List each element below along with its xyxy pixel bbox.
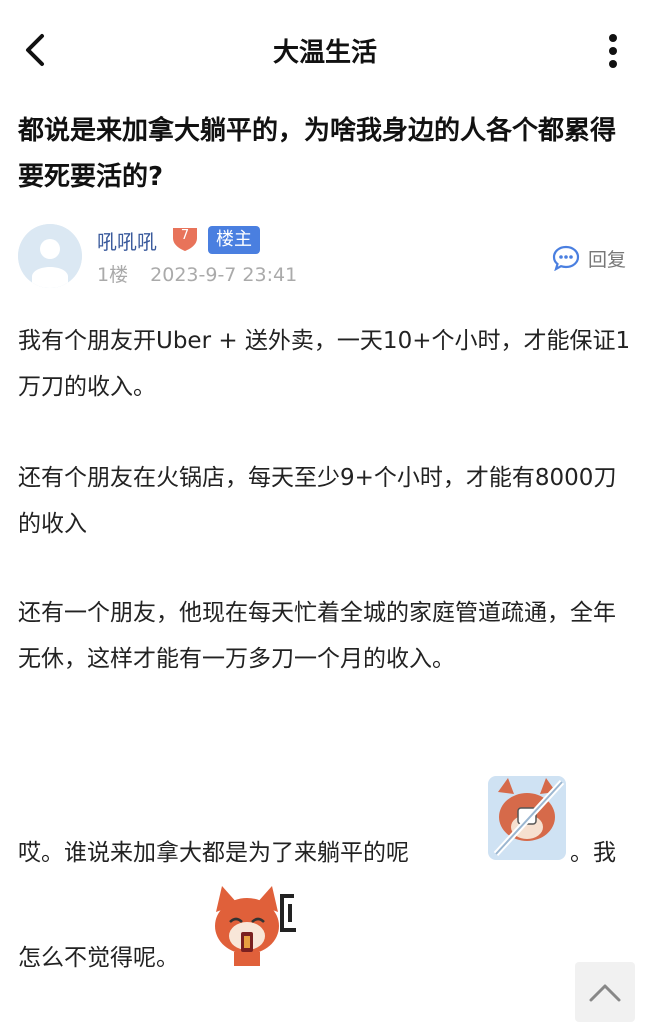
chevron-up-icon bbox=[589, 984, 621, 1002]
paragraph: 哎。谁说来加拿大都是为了来躺平的呢 bbox=[18, 840, 409, 866]
fox-sticker-icon bbox=[488, 776, 566, 860]
paragraph: 。我 bbox=[570, 840, 616, 866]
level-badge: 7 bbox=[170, 226, 200, 252]
post-title: 都说是来加拿大躺平的，为啥我身边的人各个都累得要死要活的? bbox=[18, 116, 617, 192]
reply-button[interactable]: 回复 bbox=[552, 243, 626, 273]
post-meta: 1楼 2023-9-7 23:41 bbox=[97, 260, 297, 287]
sticker-image bbox=[208, 882, 300, 970]
paragraph: 我有个朋友开Uber + 送外卖，一天10+个小时，才能保证1万刀的收入。 bbox=[18, 328, 631, 400]
post-timestamp: 2023-9-7 23:41 bbox=[150, 264, 298, 286]
level-number: 7 bbox=[180, 228, 190, 243]
op-badge: 楼主 bbox=[208, 226, 260, 254]
more-vertical-icon bbox=[609, 34, 617, 68]
paragraph: 还有个朋友在火锅店，每天至少9+个小时，才能有8000刀的收入 bbox=[18, 465, 617, 537]
floor-number: 1楼 bbox=[97, 264, 129, 286]
sticker-image bbox=[484, 772, 570, 864]
paragraph: 怎么不觉得呢。 bbox=[18, 945, 179, 971]
comment-icon bbox=[552, 245, 580, 271]
fox-sticker-icon bbox=[215, 886, 296, 966]
reply-label: 回复 bbox=[588, 248, 627, 271]
more-options-button[interactable] bbox=[598, 32, 628, 72]
page-title: 大温生活 bbox=[272, 38, 377, 68]
back-to-top-button[interactable] bbox=[575, 962, 635, 1022]
paragraph: 还有一个朋友，他现在每天忙着全城的家庭管道疏通，全年无休，这样才能有一万多刀一个… bbox=[18, 600, 616, 672]
avatar[interactable] bbox=[18, 224, 82, 288]
default-avatar-icon bbox=[18, 224, 82, 288]
top-bar: 大温生活 bbox=[0, 0, 650, 100]
author-name[interactable]: 吼吼吼 bbox=[97, 226, 157, 255]
